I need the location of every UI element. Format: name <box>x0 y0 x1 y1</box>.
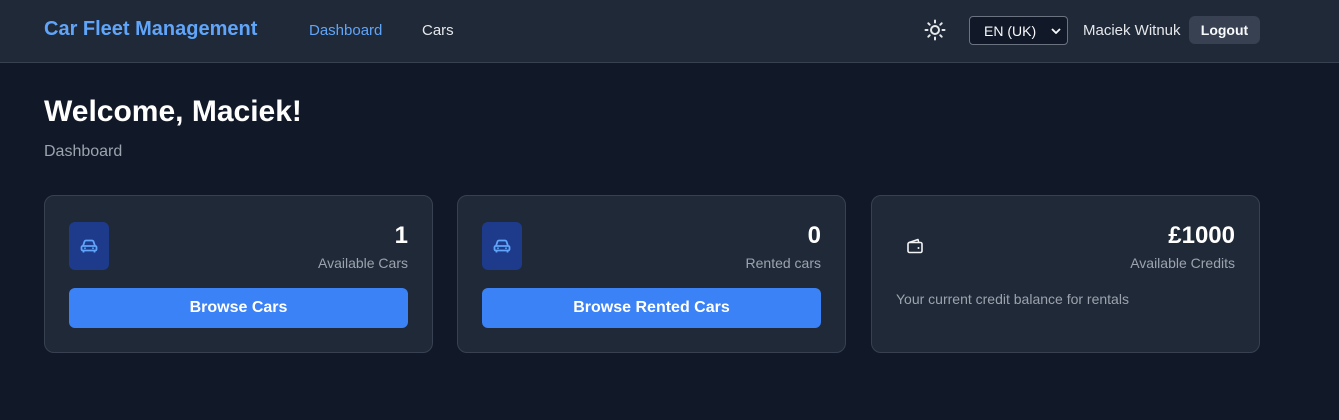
page-subtitle: Dashboard <box>44 143 123 160</box>
nav-dashboard[interactable]: Dashboard <box>309 22 382 39</box>
car-icon <box>493 239 511 253</box>
logout-button[interactable]: Logout <box>1189 16 1260 44</box>
rented-cars-card: 0 Rented cars Browse Rented Cars <box>457 195 846 353</box>
theme-toggle-button[interactable] <box>924 19 946 41</box>
page-title: Welcome, Maciek! <box>44 95 302 128</box>
card-icon-box <box>904 236 926 256</box>
card-icon-box <box>69 222 109 270</box>
available-cars-count: 1 <box>394 222 408 249</box>
language-select-value: EN (UK) <box>984 22 1037 39</box>
wallet-icon <box>907 238 923 254</box>
credits-amount: £1000 <box>1168 222 1235 249</box>
chevron-down-icon <box>1051 27 1061 34</box>
top-navbar: Car Fleet Management Dashboard Cars EN (… <box>0 0 1339 63</box>
user-name: Maciek Witnuk <box>1083 22 1181 39</box>
rented-cars-label: Rented cars <box>745 255 821 271</box>
browse-cars-button[interactable]: Browse Cars <box>69 288 408 328</box>
language-select[interactable]: EN (UK) <box>969 16 1068 45</box>
card-icon-box <box>482 222 522 270</box>
brand-link[interactable]: Car Fleet Management <box>44 18 257 41</box>
credits-description: Your current credit balance for rentals <box>896 291 1129 307</box>
browse-rented-cars-button[interactable]: Browse Rented Cars <box>482 288 821 328</box>
available-cars-label: Available Cars <box>317 255 408 271</box>
nav-cars[interactable]: Cars <box>422 22 454 39</box>
car-icon <box>80 239 98 253</box>
credits-card: £1000 Available Credits Your current cre… <box>871 195 1260 353</box>
rented-cars-count: 0 <box>807 222 821 249</box>
credits-label: Available Credits <box>1130 255 1235 271</box>
sun-icon <box>924 19 946 41</box>
available-cars-card: 1 Available Cars Browse Cars <box>44 195 433 353</box>
